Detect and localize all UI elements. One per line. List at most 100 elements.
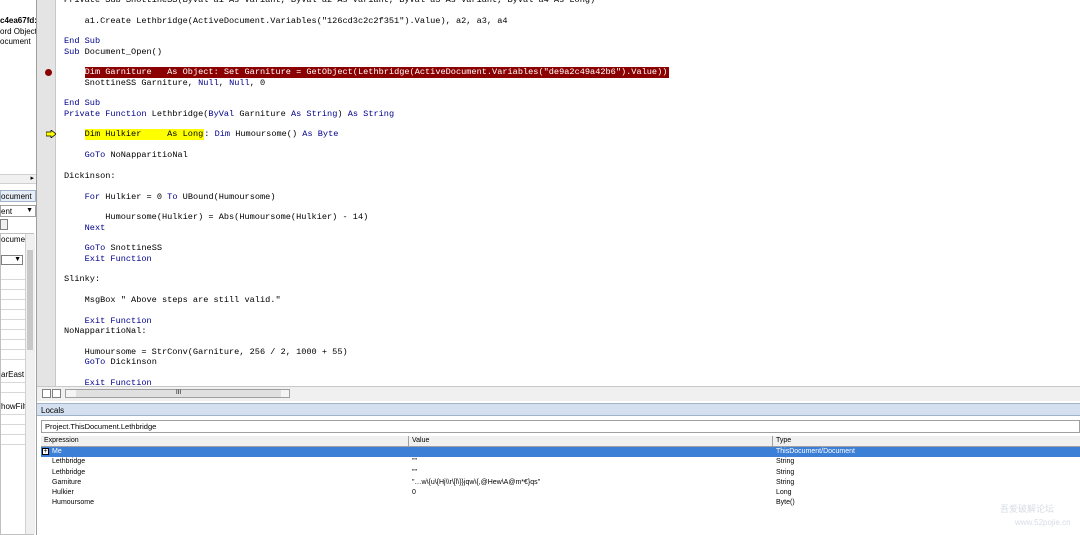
- procedure-view-button[interactable]: [42, 389, 51, 398]
- locals-column-header: Expression Value Type: [41, 436, 1080, 447]
- code-line[interactable]: End Sub: [64, 36, 1074, 46]
- code-line[interactable]: SnottineSS Garniture, Null, Null, 0: [64, 78, 1074, 88]
- grid-divider: [1, 349, 25, 350]
- code-token: SnottineSS Garniture,: [64, 77, 199, 88]
- code-line[interactable]: NoNapparitioNal:: [64, 326, 1074, 336]
- locals-cell-type: String: [776, 458, 795, 466]
- locals-row[interactable]: + Me ThisDocument/Document: [41, 447, 1080, 458]
- locals-row[interactable]: Hulkier 0 Long: [41, 488, 1080, 498]
- margin-indicator-bar[interactable]: [37, 0, 56, 386]
- properties-window-title: ocument: [0, 190, 36, 202]
- code-line[interactable]: [64, 88, 1074, 98]
- code-line[interactable]: GoTo SnottineSS: [64, 243, 1074, 253]
- code-line[interactable]: Private Function Lethbridge(ByVal Garnit…: [64, 109, 1074, 119]
- code-line[interactable]: Exit Function: [64, 316, 1074, 326]
- column-header-expression[interactable]: Expression: [41, 436, 409, 446]
- locals-row[interactable]: Garniture "…w\{u\{Hj\\r\[l\}}jqw\{,@Hew\A…: [41, 478, 1080, 488]
- column-header-type[interactable]: Type: [773, 436, 1080, 446]
- code-line[interactable]: For Hulkier = 0 To UBound(Humoursome): [64, 192, 1074, 202]
- chevron-down-icon[interactable]: ▼: [26, 207, 33, 214]
- code-line[interactable]: [64, 285, 1074, 295]
- locals-cell-type: String: [776, 468, 795, 476]
- code-keyword: GoTo: [84, 243, 106, 254]
- grid-divider: [1, 382, 25, 383]
- code-line[interactable]: Exit Function: [64, 254, 1074, 264]
- scroll-thumb[interactable]: [27, 250, 33, 350]
- code-keyword: End Sub: [64, 98, 101, 109]
- locals-list[interactable]: + Me ThisDocument/Document Lethbridge "" Stri…: [41, 447, 1080, 509]
- code-line[interactable]: [64, 202, 1074, 212]
- properties-grid[interactable]: ocument ▼ arEast howFilt: [0, 233, 35, 535]
- grid-divider: [1, 434, 25, 435]
- locals-cell-expression: Lethbridge: [52, 468, 86, 476]
- code-line[interactable]: [64, 336, 1074, 346]
- code-keyword: GoTo: [84, 357, 106, 368]
- code-keyword: As String: [290, 108, 338, 119]
- chevron-down-icon[interactable]: ▼: [14, 256, 21, 264]
- code-line[interactable]: Dim Hulkier As Long: Dim Humoursome() As…: [64, 129, 1074, 140]
- code-line[interactable]: [64, 161, 1074, 171]
- explorer-hscrollbar[interactable]: ▸: [0, 174, 36, 184]
- breakpoint-icon[interactable]: [45, 69, 52, 76]
- code-token: SnottineSS: [105, 243, 163, 254]
- code-line[interactable]: a1.Create Lethbridge(ActiveDocument.Vari…: [64, 16, 1074, 26]
- code-line[interactable]: GoTo NoNapparitioNal: [64, 150, 1074, 160]
- code-token: a1.Create Lethbridge(ActiveDocument.Vari…: [64, 15, 508, 26]
- grid-divider: [1, 319, 25, 320]
- locals-cell-expression: Hulkier: [52, 489, 74, 497]
- code-line[interactable]: [64, 264, 1074, 274]
- project-node-label[interactable]: c4ea67fd:: [0, 16, 36, 25]
- properties-vscrollbar[interactable]: [25, 234, 35, 534]
- code-keyword: As Byte: [302, 129, 339, 140]
- locals-row[interactable]: Humoursome Byte(): [41, 498, 1080, 508]
- code-line[interactable]: Slinky:: [64, 274, 1074, 284]
- code-line[interactable]: [64, 233, 1074, 243]
- code-line[interactable]: [64, 181, 1074, 191]
- code-line[interactable]: Humoursome(Hulkier) = Abs(Humoursome(Hul…: [64, 212, 1074, 222]
- full-module-view-button[interactable]: [52, 389, 61, 398]
- code-line[interactable]: Dickinson:: [64, 171, 1074, 181]
- code-line[interactable]: [64, 26, 1074, 36]
- properties-tab-button[interactable]: [0, 219, 8, 230]
- code-line[interactable]: Next: [64, 223, 1074, 233]
- expand-icon[interactable]: +: [42, 448, 49, 455]
- code-line[interactable]: [64, 305, 1074, 315]
- property-value-dropdown[interactable]: ▼: [1, 255, 23, 265]
- code-window[interactable]: Private Sub SnottineSS(ByVal a1 As Varia…: [37, 0, 1080, 401]
- properties-object-combo[interactable]: ent ▼: [0, 205, 36, 217]
- grid-divider: [1, 339, 25, 340]
- column-header-value[interactable]: Value: [409, 436, 773, 446]
- code-keyword: To: [167, 191, 178, 202]
- locals-context-field[interactable]: Project.ThisDocument.Lethbridge: [41, 420, 1080, 433]
- code-line[interactable]: [64, 119, 1074, 129]
- locals-row[interactable]: Lethbridge "" String: [41, 457, 1080, 467]
- code-keyword: End Sub: [64, 36, 101, 47]
- scroll-thumb[interactable]: III: [76, 390, 281, 397]
- property-row-label[interactable]: arEast: [1, 370, 24, 379]
- watermark-text: 吾爱破解论坛: [1000, 504, 1055, 514]
- code-line[interactable]: Sub Document_Open(): [64, 47, 1074, 57]
- code-line[interactable]: [64, 5, 1074, 15]
- code-line[interactable]: [64, 367, 1074, 377]
- locals-cell-value: "": [412, 468, 417, 476]
- property-row-label[interactable]: howFilt: [1, 402, 26, 411]
- word-objects-node[interactable]: ord Objects: [0, 27, 36, 36]
- code-line[interactable]: MsgBox " Above steps are still valid.": [64, 295, 1074, 305]
- locals-cell-expression: Me: [52, 448, 62, 455]
- code-keyword: Null: [229, 77, 250, 88]
- code-line[interactable]: Dim Garniture As Object: Set Garniture =…: [64, 67, 1074, 78]
- locals-cell-type: ThisDocument/Document: [776, 448, 855, 455]
- document-node[interactable]: ocument: [0, 37, 31, 46]
- code-editor[interactable]: Private Sub SnottineSS(ByVal a1 As Varia…: [64, 0, 1074, 388]
- code-hscrollbar[interactable]: III: [65, 389, 290, 398]
- grid-divider: [1, 444, 25, 445]
- code-line[interactable]: [64, 140, 1074, 150]
- code-keyword: For: [84, 191, 101, 202]
- code-line[interactable]: End Sub: [64, 98, 1074, 108]
- code-line[interactable]: [64, 57, 1074, 67]
- code-line[interactable]: Humoursome = StrConv(Garniture, 256 / 2,…: [64, 347, 1074, 357]
- locals-row[interactable]: Lethbridge "" String: [41, 468, 1080, 478]
- scroll-right-icon[interactable]: ▸: [30, 175, 34, 183]
- code-line[interactable]: GoTo Dickinson: [64, 357, 1074, 367]
